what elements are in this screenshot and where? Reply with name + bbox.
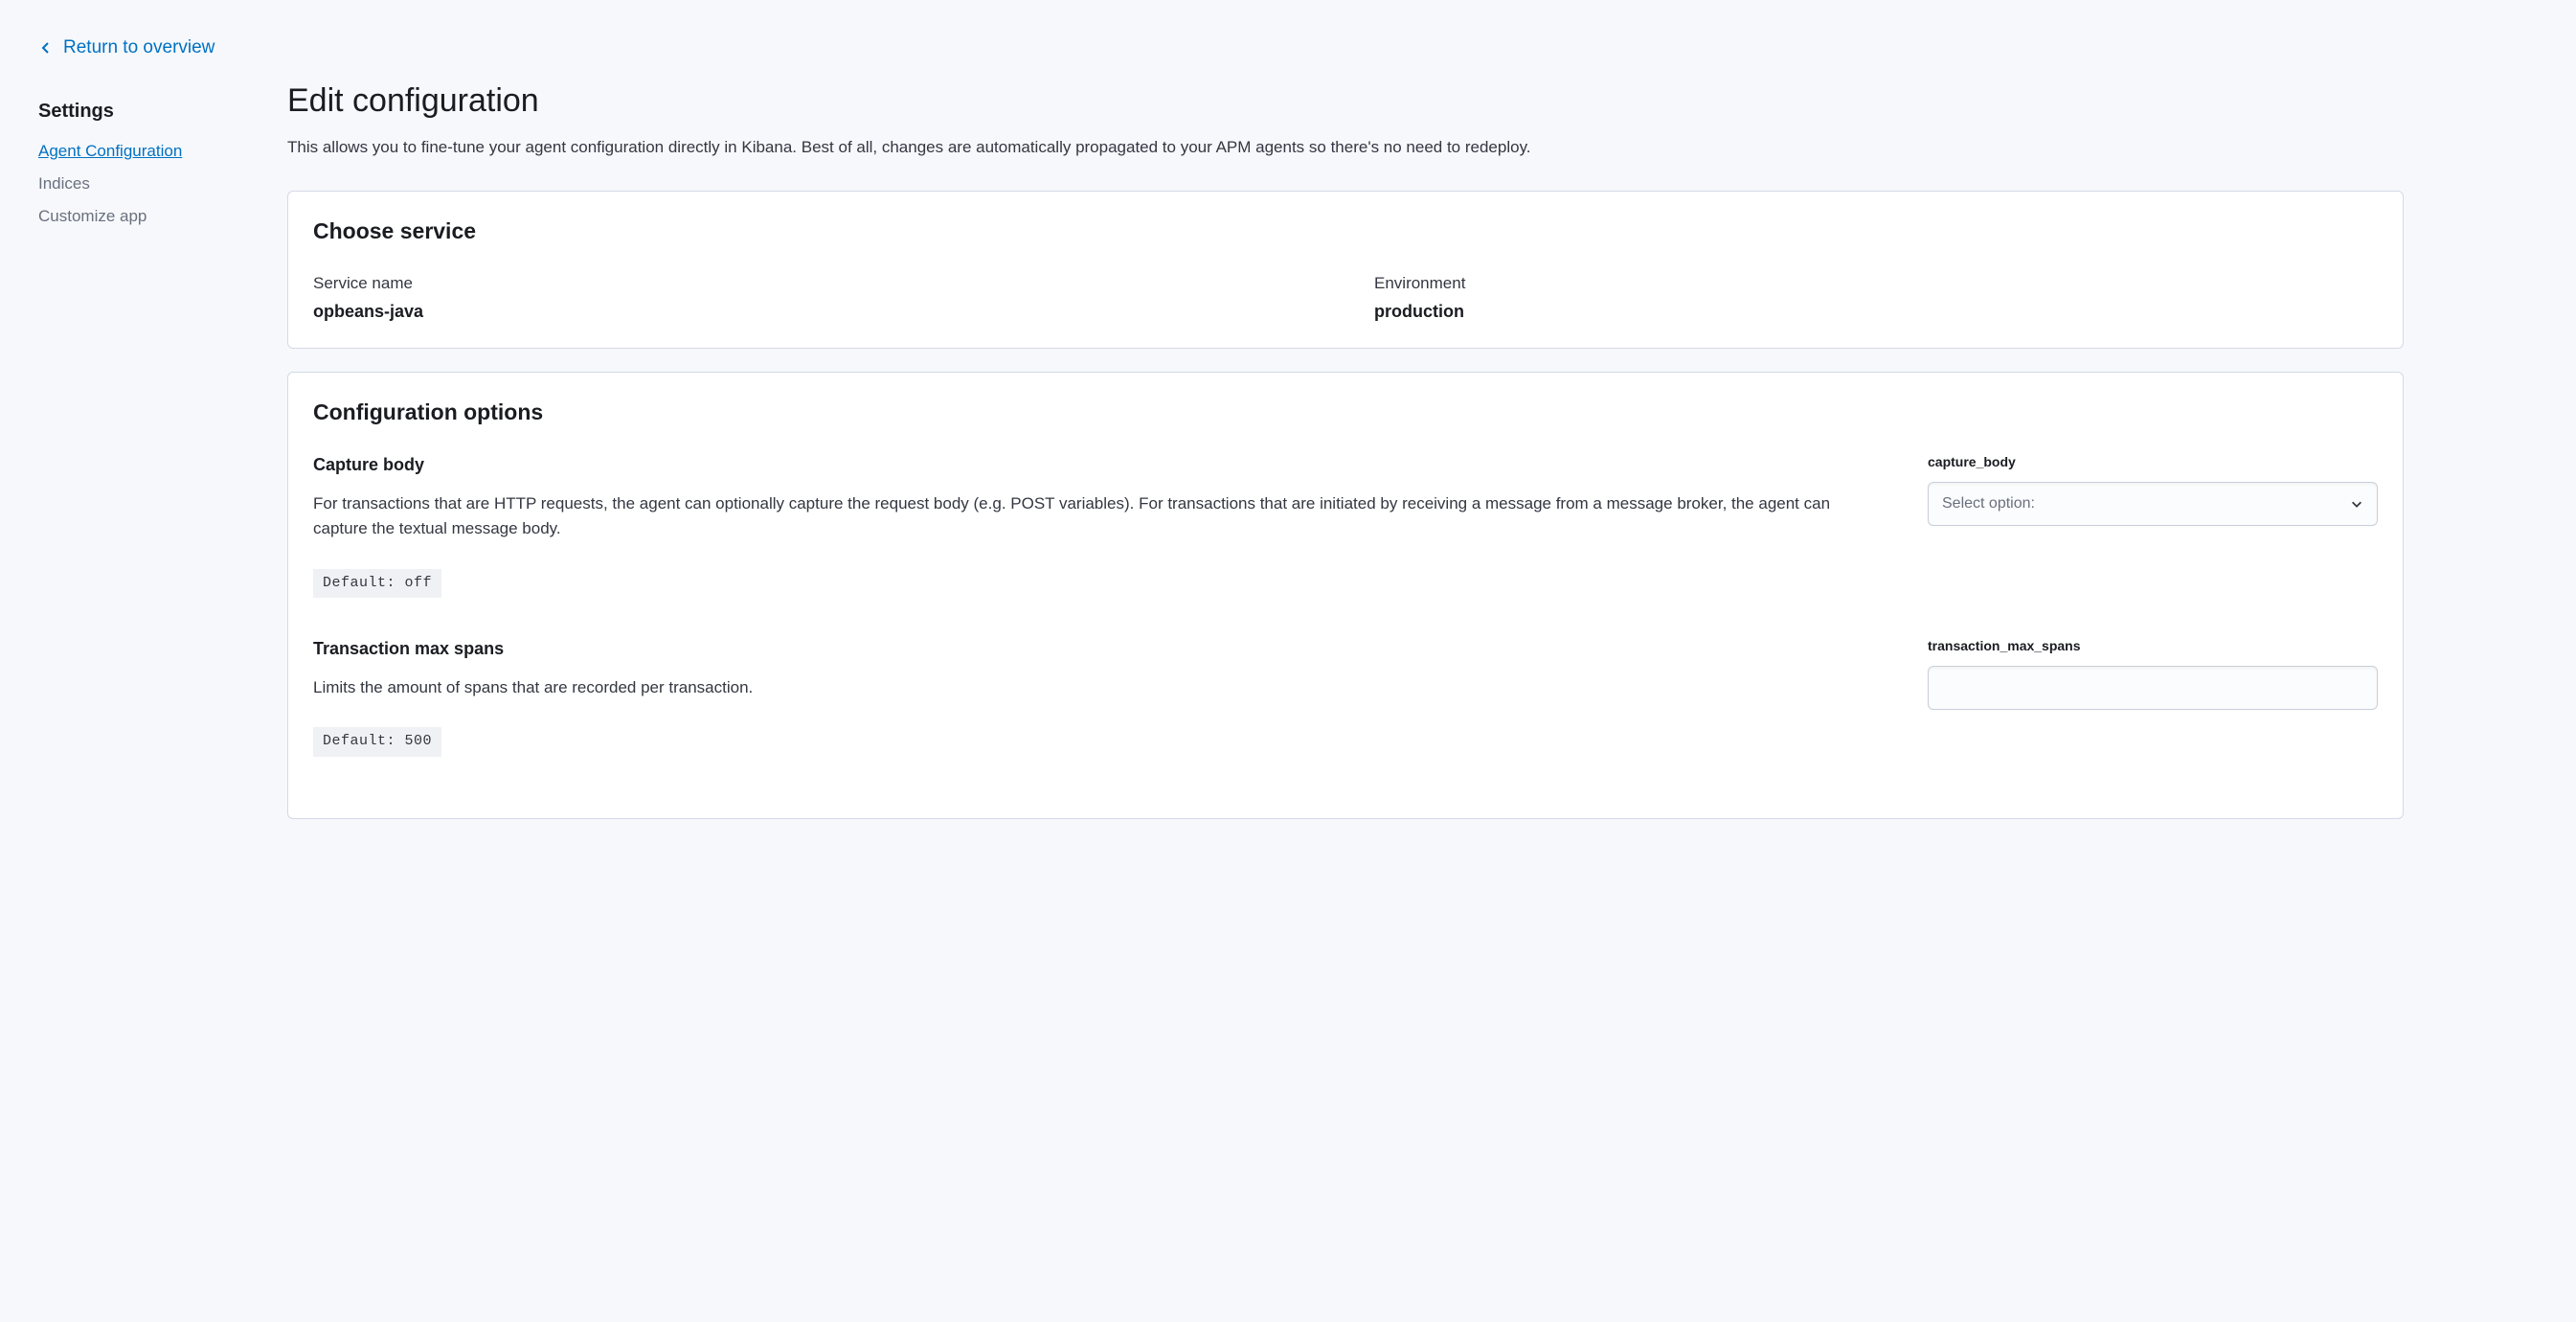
choose-service-panel: Choose service Service name opbeans-java… bbox=[287, 191, 2404, 349]
settings-nav: Agent Configuration Indices Customize ap… bbox=[38, 139, 268, 229]
sidebar-item-customize-app[interactable]: Customize app bbox=[38, 204, 268, 229]
transaction-max-spans-default: Default: 500 bbox=[313, 727, 441, 757]
sidebar-item-label: Indices bbox=[38, 174, 90, 193]
page-description: This allows you to fine-tune your agent … bbox=[287, 135, 2404, 160]
service-name-label: Service name bbox=[313, 271, 1317, 296]
return-link[interactable]: Return to overview bbox=[38, 34, 215, 62]
transaction-max-spans-description: Limits the amount of spans that are reco… bbox=[313, 675, 1870, 700]
capture-body-default: Default: off bbox=[313, 569, 441, 599]
capture-body-select-placeholder: Select option: bbox=[1942, 492, 2035, 515]
sidebar-item-agent-configuration[interactable]: Agent Configuration bbox=[38, 139, 268, 164]
capture-body-description: For transactions that are HTTP requests,… bbox=[313, 491, 1870, 542]
capture-body-select[interactable]: Select option: bbox=[1928, 482, 2378, 526]
return-link-label: Return to overview bbox=[63, 34, 215, 62]
sidebar-item-label: Agent Configuration bbox=[38, 142, 182, 160]
settings-title: Settings bbox=[38, 97, 268, 125]
service-name-col: Service name opbeans-java bbox=[313, 271, 1317, 326]
configuration-options-title: Configuration options bbox=[313, 396, 2378, 429]
capture-body-field-label: capture_body bbox=[1928, 452, 2378, 472]
environment-col: Environment production bbox=[1374, 271, 2378, 326]
transaction-max-spans-field-label: transaction_max_spans bbox=[1928, 636, 2378, 656]
configuration-options-panel: Configuration options Capture body For t… bbox=[287, 372, 2404, 819]
chevron-down-icon bbox=[2350, 497, 2363, 511]
config-section-transaction-max-spans: Transaction max spans Limits the amount … bbox=[313, 636, 2378, 757]
sidebar-item-label: Customize app bbox=[38, 207, 147, 225]
sidebar: Return to overview Settings Agent Config… bbox=[0, 0, 287, 880]
choose-service-title: Choose service bbox=[313, 215, 2378, 248]
capture-body-heading: Capture body bbox=[313, 452, 1870, 478]
service-name-value: opbeans-java bbox=[313, 299, 1317, 325]
main-content: Edit configuration This allows you to fi… bbox=[287, 0, 2576, 880]
chevron-left-icon bbox=[38, 40, 54, 56]
sidebar-item-indices[interactable]: Indices bbox=[38, 171, 268, 196]
environment-value: production bbox=[1374, 299, 2378, 325]
transaction-max-spans-heading: Transaction max spans bbox=[313, 636, 1870, 662]
transaction-max-spans-input[interactable] bbox=[1928, 666, 2378, 710]
config-section-capture-body: Capture body For transactions that are H… bbox=[313, 452, 2378, 598]
environment-label: Environment bbox=[1374, 271, 2378, 296]
page-title: Edit configuration bbox=[287, 77, 2404, 125]
